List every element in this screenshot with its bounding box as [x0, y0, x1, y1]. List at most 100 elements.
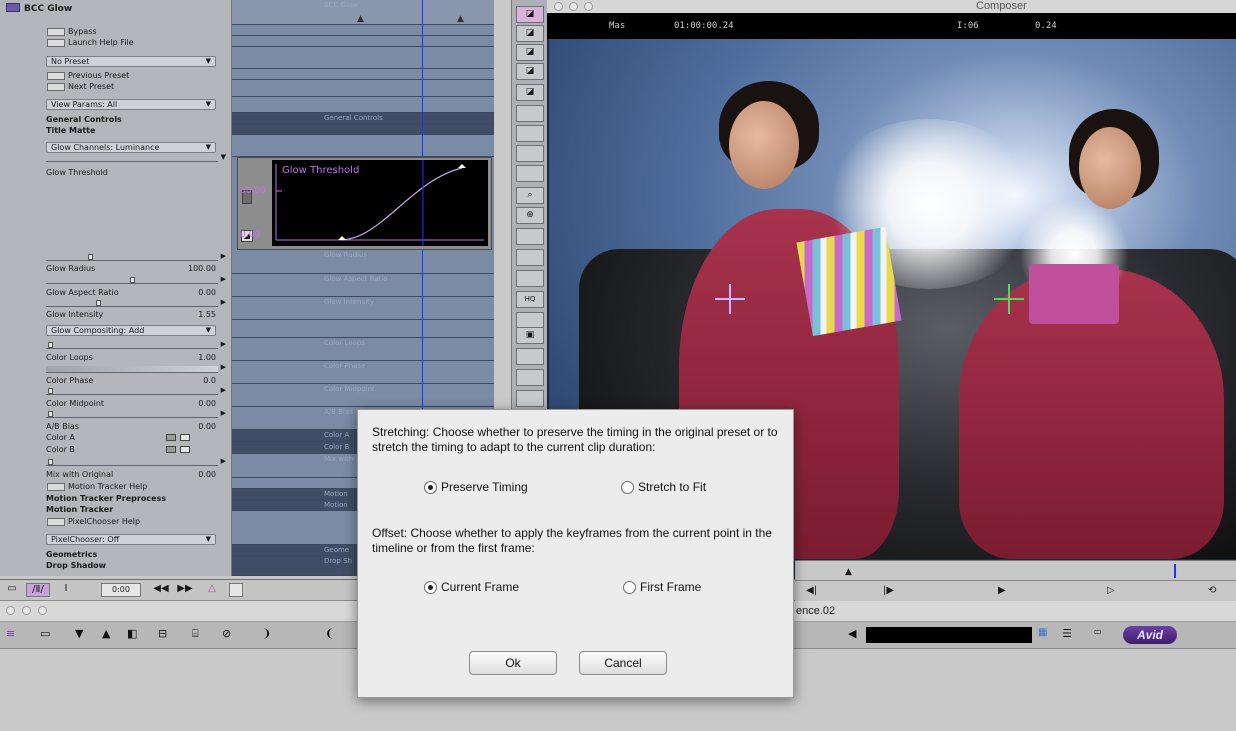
overwrite-icon[interactable]: ⊟ [158, 627, 167, 640]
motion-tracker-group[interactable]: Motion Tracker [46, 504, 113, 515]
tool-button[interactable] [516, 165, 544, 182]
monitor-icon[interactable]: ▣ [516, 327, 544, 344]
tracker-crosshair-icon[interactable] [715, 284, 745, 314]
track-row[interactable]: Glow Radius [232, 250, 494, 274]
preset-dropdown[interactable]: No Preset ▼ [46, 56, 216, 67]
rewind-icon[interactable]: ◀◀ [152, 583, 170, 597]
radio-unselected-icon[interactable] [623, 580, 636, 594]
motion-tracker-preprocess-group[interactable]: Motion Tracker Preprocess [46, 493, 166, 504]
segment-mode-icon[interactable]: ⌸ [192, 627, 199, 641]
slider-thumb[interactable] [48, 411, 53, 417]
color-phase-slider[interactable]: ▶ [46, 363, 226, 373]
first-frame-radio[interactable]: First Frame [623, 580, 701, 594]
radio-selected-icon[interactable] [424, 480, 437, 494]
hq-button[interactable]: HQ [516, 291, 544, 308]
motion-tracker-help-button[interactable] [47, 483, 65, 491]
slider-thumb[interactable] [96, 300, 101, 306]
radio-unselected-icon[interactable] [621, 480, 634, 494]
tool-button[interactable] [516, 390, 544, 407]
track-row[interactable] [232, 124, 494, 135]
track-row[interactable] [232, 47, 494, 69]
glow-radius-slider[interactable]: ▶ [46, 252, 226, 261]
tool-button[interactable] [516, 348, 544, 365]
color-loops-slider[interactable]: ▶ [46, 340, 226, 349]
zoom-window-icon[interactable] [584, 2, 593, 11]
time-field[interactable]: 0:00 [101, 583, 141, 597]
keyframe-marker[interactable]: ▲ [457, 14, 464, 24]
next-preset-button[interactable] [47, 83, 65, 91]
composer-duration-info[interactable]: I:06 [957, 21, 979, 31]
render-icon[interactable]: ⟲ [1208, 585, 1216, 596]
minimize-window-icon[interactable] [22, 606, 31, 615]
previous-preset-button[interactable] [47, 72, 65, 80]
zoom-out-icon[interactable]: ⌕ [516, 187, 544, 204]
clear-icon[interactable]: ⊘ [222, 627, 231, 640]
stretch-to-fit-radio[interactable]: Stretch to Fit [621, 480, 706, 494]
effect-mode-button[interactable]: /Ⅱ/ [26, 583, 50, 597]
grid-icon[interactable]: ▦ [1038, 627, 1047, 638]
play-icon[interactable]: ▶ [998, 585, 1006, 596]
timeline-menu-icon[interactable]: ≡ [6, 627, 15, 640]
slider-thumb[interactable] [88, 254, 93, 260]
current-frame-radio[interactable]: Current Frame [424, 580, 519, 594]
glow-threshold-slider[interactable]: ▼ [46, 153, 226, 162]
track-row[interactable] [232, 135, 494, 157]
slider-thumb[interactable] [48, 388, 53, 394]
timecode-display[interactable] [866, 627, 1032, 643]
pixelchooser-dropdown[interactable]: PixelChooser: Off ▼ [46, 534, 216, 545]
keyframe-delete-button[interactable]: ◪ [516, 44, 544, 61]
keyframe-paste-button[interactable]: ◪ [516, 84, 544, 101]
color-b-swatch[interactable] [180, 446, 190, 453]
ab-bias-slider[interactable]: ▶ [46, 409, 226, 418]
track-row[interactable] [232, 80, 494, 97]
keyframe-add-button[interactable]: ◪ [516, 25, 544, 42]
color-a-swatch[interactable] [180, 434, 190, 441]
geometrics-group[interactable]: Geometrics [46, 549, 97, 560]
glow-intensity-slider[interactable]: ▶ [46, 298, 226, 307]
tool-button[interactable] [516, 105, 544, 122]
step-forward-icon[interactable]: |▶ [883, 585, 894, 596]
tool-button[interactable] [516, 228, 544, 245]
close-window-icon[interactable] [6, 606, 15, 615]
mark-out-icon[interactable]: ❨ [325, 627, 334, 640]
track-toggle-icon[interactable]: ▭ [40, 627, 50, 640]
color-midpoint-slider[interactable]: ▶ [46, 386, 226, 395]
keyframe-copy-button[interactable]: ◪ [516, 63, 544, 80]
color-a-picker[interactable] [166, 434, 176, 441]
position-marker-icon[interactable]: ▲ [845, 567, 852, 577]
tool-button[interactable] [516, 270, 544, 287]
track-row[interactable]: Color Loops [232, 338, 494, 361]
ok-button[interactable]: Ok [469, 651, 557, 675]
glow-threshold-graph[interactable]: Glow Threshold 68.00 0.00 [240, 160, 488, 246]
color-b-picker[interactable] [166, 446, 176, 453]
track-row[interactable] [232, 25, 494, 36]
preserve-timing-radio[interactable]: Preserve Timing [424, 480, 528, 494]
fast-forward-icon[interactable]: ▶▶ [176, 583, 194, 597]
composer-position-bar[interactable]: ▲ [795, 560, 1236, 580]
track-row[interactable]: Color Phase [232, 361, 494, 384]
list-icon[interactable]: ☰ [1062, 627, 1072, 640]
drop-shadow-group[interactable]: Drop Shadow [46, 560, 106, 571]
splice-in-icon[interactable]: ◧ [127, 627, 137, 640]
glow-channels-dropdown[interactable]: Glow Channels: Luminance ▼ [46, 142, 216, 153]
cancel-button[interactable]: Cancel [579, 651, 667, 675]
general-controls-group[interactable]: General Controls [46, 114, 122, 125]
radio-selected-icon[interactable] [424, 580, 437, 594]
tracker-crosshair-icon[interactable] [994, 284, 1024, 314]
composer-title-bar[interactable]: Composer [547, 0, 1236, 13]
keyframe-marker[interactable]: ▲ [357, 14, 364, 24]
launch-help-button[interactable] [47, 39, 65, 47]
position-indicator[interactable] [1174, 564, 1176, 578]
pixelchooser-help-button[interactable] [47, 518, 65, 526]
minimize-window-icon[interactable] [569, 2, 578, 11]
track-row[interactable] [232, 97, 494, 113]
lift-icon[interactable]: ▼ [75, 627, 83, 640]
timeline-back-icon[interactable]: ◀ [848, 627, 856, 640]
composer-position-info[interactable]: 0.24 [1035, 21, 1057, 31]
mix-original-slider[interactable]: ▶ [46, 457, 226, 466]
tool-button[interactable] [516, 249, 544, 266]
bypass-checkbox[interactable] [47, 28, 65, 36]
keyframe-tool-button[interactable]: ◪ [516, 6, 544, 23]
slider-thumb[interactable] [48, 459, 53, 465]
glow-aspect-slider[interactable]: ▶ [46, 275, 226, 284]
